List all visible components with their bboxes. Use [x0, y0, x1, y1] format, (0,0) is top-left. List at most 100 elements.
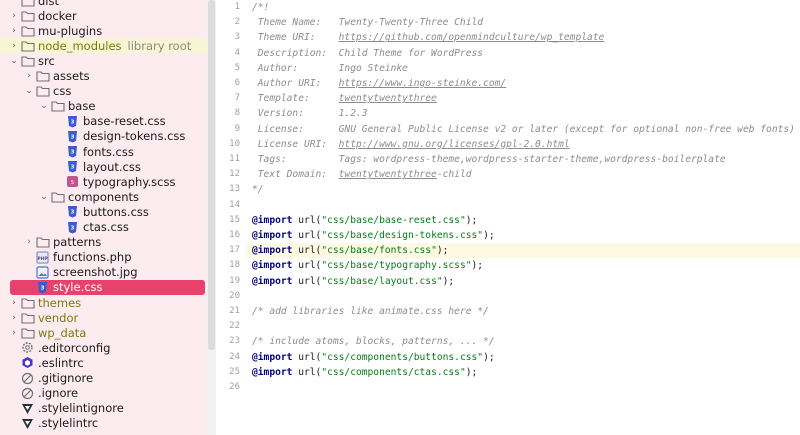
tree-item-base[interactable]: ⌄ base: [0, 99, 207, 114]
tree-item-label: src: [38, 53, 55, 68]
tree-item-typography-scss[interactable]: Stypography.scss: [0, 174, 207, 189]
code-token: https://www.ingo-steinke.com/: [338, 78, 507, 89]
code-line[interactable]: @import url("css/components/ctas.css");: [252, 365, 800, 380]
chevron-down-icon[interactable]: ⌄: [23, 86, 35, 96]
code-line[interactable]: Tags: Tags: wordpress-theme,wordpress-st…: [252, 152, 800, 167]
chevron-right-icon[interactable]: ›: [8, 26, 20, 36]
chevron-down-icon[interactable]: ⌄: [38, 101, 50, 111]
tree-item-screenshot-jpg[interactable]: screenshot.jpg: [0, 265, 207, 280]
code-line[interactable]: */: [252, 182, 800, 197]
code-line[interactable]: [252, 319, 800, 334]
line-number: 19: [229, 275, 240, 286]
code-line[interactable]: @import url("css/base/fonts.css");: [246, 243, 800, 259]
code-token: );: [465, 366, 478, 378]
code-line[interactable]: [252, 198, 800, 213]
tree-item-node-modules[interactable]: › node_modules library root: [0, 38, 207, 54]
tree-item-mu-plugins[interactable]: › mu-plugins: [0, 23, 207, 38]
code-token: /* include atoms, blocks, patterns, ... …: [252, 336, 495, 348]
code-line[interactable]: @import url("css/base/layout.css");: [252, 274, 800, 289]
code-line[interactable]: @import url("css/components/buttons.css"…: [252, 350, 800, 365]
tree-item-assets[interactable]: › assets: [0, 69, 207, 84]
chevron-down-icon[interactable]: ⌄: [38, 192, 50, 202]
code-line[interactable]: [252, 289, 800, 304]
chevron-right-icon[interactable]: ›: [23, 237, 35, 247]
code-line[interactable]: Description: Child Theme for WordPress: [252, 46, 800, 61]
code-line[interactable]: /* add libraries like animate.css here *…: [252, 304, 800, 319]
folder-icon: [20, 54, 35, 67]
chevron-right-icon[interactable]: ›: [8, 328, 20, 338]
tree-item-editorconfig[interactable]: .editorconfig: [0, 340, 207, 355]
svg-text:3: 3: [71, 150, 75, 156]
tree-item-gitignore[interactable]: .gitignore: [0, 371, 207, 386]
tree-item-buttons-css[interactable]: 3 buttons.css: [0, 204, 207, 219]
tree-item-base-reset-css[interactable]: 3 base-reset.css: [0, 114, 207, 129]
chevron-right-icon[interactable]: ›: [8, 41, 20, 51]
code-line[interactable]: /* include atoms, blocks, patterns, ... …: [252, 334, 800, 349]
line-number: 18: [229, 260, 240, 271]
tree-item-label: functions.php: [53, 250, 132, 265]
code-line[interactable]: @import url("css/base/base-reset.css");: [252, 213, 800, 228]
chevron-down-icon[interactable]: ⌄: [8, 56, 20, 66]
code-line[interactable]: Author: Ingo Steinke: [252, 61, 800, 76]
tree-item-css[interactable]: ⌄ css: [0, 84, 207, 99]
tree-item-src[interactable]: ⌄ src: [0, 53, 207, 68]
code-line[interactable]: @import url("css/base/typography.scss");: [252, 258, 800, 273]
line-number: 17: [229, 245, 240, 256]
code-line[interactable]: Author URI: https://www.ingo-steinke.com…: [252, 76, 800, 91]
code-line[interactable]: License: GNU General Public License v2 o…: [252, 122, 800, 137]
svg-text:3: 3: [71, 134, 75, 140]
tree-item-stylelintignore[interactable]: .stylelintignore: [0, 401, 207, 416]
chevron-right-icon[interactable]: ›: [23, 71, 35, 81]
tree-item-eslintrc[interactable]: .eslintrc: [0, 355, 207, 370]
code-token: "css/base/typography.scss": [321, 260, 472, 272]
tree-item-style-css[interactable]: 3 style.css: [10, 279, 205, 295]
tree-item-wp-data[interactable]: › wp_data: [0, 325, 207, 340]
code-token: http://www.gnu.org/licenses/gpl-2.0.html: [338, 138, 570, 150]
line-number: 5: [234, 62, 240, 73]
tree-item-vendor[interactable]: › vendor: [0, 310, 207, 325]
code-line[interactable]: Template: twentytwentythree: [252, 91, 800, 106]
code-line[interactable]: Version: 1.2.3: [252, 106, 800, 121]
folder-icon: [20, 326, 35, 339]
line-number: 9: [234, 123, 240, 134]
folder-icon: [20, 39, 35, 52]
code-line[interactable]: /*!: [252, 0, 800, 15]
chevron-right-icon[interactable]: ›: [8, 298, 20, 308]
tree-item-components[interactable]: ⌄ components: [0, 189, 207, 204]
code-line[interactable]: @import url("css/base/design-tokens.css"…: [252, 228, 800, 243]
chevron-right-icon[interactable]: ›: [8, 11, 20, 21]
code-line[interactable]: [252, 380, 800, 395]
css-file-icon: 3: [65, 205, 80, 218]
tree-scrollbar[interactable]: [207, 0, 216, 435]
folder-icon: [20, 9, 35, 22]
code-line[interactable]: Theme URI: https://github.com/openmindcu…: [252, 30, 800, 45]
tree-item-themes[interactable]: › themes: [0, 295, 207, 310]
folder-icon: [20, 296, 35, 309]
tree-item-design-tokens-css[interactable]: 3 design-tokens.css: [0, 129, 207, 144]
tree-item-label: dist: [38, 0, 59, 8]
tree-item-layout-css[interactable]: 3 layout.css: [0, 159, 207, 174]
code-token: );: [483, 230, 495, 241]
tree-item-dist[interactable]: dist: [0, 0, 207, 8]
tree-item-fonts-css[interactable]: 3 fonts.css: [0, 144, 207, 159]
tree-item-stylelintrc[interactable]: .stylelintrc: [0, 416, 207, 431]
tree-item-label: .stylelintrc: [38, 416, 99, 431]
chevron-right-icon[interactable]: ›: [8, 313, 20, 323]
tree-item-functions-php[interactable]: PHP functions.php: [0, 250, 207, 265]
code-line[interactable]: License URI: http://www.gnu.org/licenses…: [252, 137, 800, 152]
code-line[interactable]: Theme Name: Twenty-Twenty-Three Child: [252, 15, 800, 30]
code-token: "css/base/layout.css": [321, 275, 443, 287]
tree-item-label: assets: [53, 69, 90, 83]
code-editor[interactable]: /*! Theme Name: Twenty-Twenty-Three Chil…: [246, 0, 800, 435]
tree-item-ignore[interactable]: .ignore: [0, 386, 207, 401]
eslint-icon: [20, 356, 35, 369]
code-token: @import: [252, 260, 293, 272]
code-token: "css/base/design-tokens.css": [321, 230, 484, 241]
tree-item-patterns[interactable]: › patterns: [0, 235, 207, 250]
tree-item-ctas-css[interactable]: 3 ctas.css: [0, 220, 207, 235]
line-gutter: 1 2 3 4 5 6 7 8 9 10 11 12 13 14 15 16 17 18 19 20 21 22 23 24 2…: [216, 0, 246, 435]
code-line[interactable]: Text Domain: twentytwentythree-child: [252, 167, 800, 182]
scrollbar-thumb[interactable]: [208, 0, 215, 350]
line-number: 16: [229, 230, 240, 240]
tree-item-docker[interactable]: › docker: [0, 8, 207, 23]
